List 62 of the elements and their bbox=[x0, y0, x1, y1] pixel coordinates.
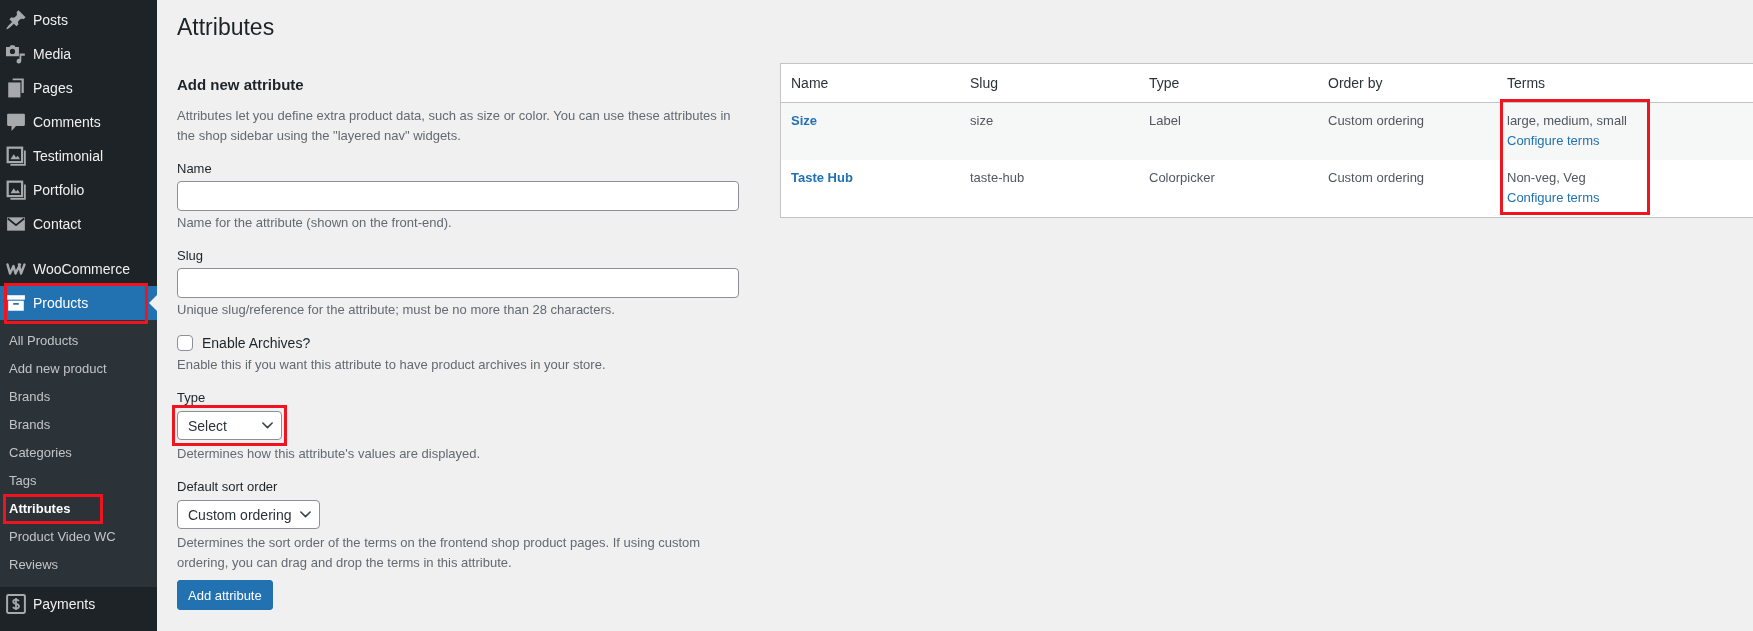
menu-item[interactable]: Posts bbox=[0, 3, 157, 37]
page-title: Attributes bbox=[177, 13, 276, 42]
checkbox-label: Enable Archives? bbox=[202, 335, 311, 351]
help-text: Determines the sort order of the terms on the frontend shop product pages. If using custom ordering, you can drag and drop the terms in this attribute. bbox=[177, 534, 702, 572]
submenu-item[interactable]: Product Video WC bbox=[0, 523, 157, 551]
help-text: Enable this if you want this attribute to have product archives in your store. bbox=[177, 356, 607, 374]
help-text: Unique slug/reference for the attribute; must be no more than 28 characters. bbox=[177, 301, 616, 319]
menu-item[interactable]: Testimonial bbox=[0, 139, 157, 173]
submenu-item[interactable]: Tags bbox=[0, 467, 157, 495]
submenu-item[interactable]: All Products bbox=[0, 327, 157, 355]
table-cell-text: Label bbox=[1148, 112, 1182, 130]
submenu-item[interactable]: Brands bbox=[0, 411, 157, 439]
chevron-down-icon bbox=[262, 422, 273, 429]
menu-item[interactable]: Portfolio bbox=[0, 173, 157, 207]
table-cell-text: size bbox=[969, 112, 995, 130]
documents-icon bbox=[6, 78, 26, 98]
field-label: Slug bbox=[177, 247, 205, 265]
envelope-icon bbox=[6, 214, 26, 234]
menu-item[interactable]: Comments bbox=[0, 105, 157, 139]
help-text: Name for the attribute (shown on the front-end). bbox=[177, 214, 453, 232]
dollar-icon bbox=[6, 594, 26, 614]
pushpin-icon bbox=[6, 10, 26, 30]
menu-item[interactable]: Payments bbox=[0, 587, 157, 621]
menu-pointer-icon bbox=[149, 295, 157, 311]
field-label: Default sort order bbox=[177, 478, 279, 496]
submenu-item[interactable]: Categories bbox=[0, 439, 157, 467]
help-text: Determines how this attribute's values are displayed. bbox=[177, 445, 482, 463]
submenu-item[interactable]: Brands bbox=[0, 383, 157, 411]
checkbox[interactable] bbox=[177, 335, 193, 351]
submenu-item[interactable]: Attributes bbox=[0, 495, 157, 523]
attribute-name-link[interactable]: Size bbox=[791, 113, 817, 128]
terms-text: large, medium, small bbox=[1507, 112, 1628, 130]
table-cell-text: Custom ordering bbox=[1327, 112, 1426, 130]
menu-item[interactable]: Media bbox=[0, 37, 157, 71]
menu-item[interactable]: Products bbox=[0, 286, 157, 320]
menu-item[interactable]: WooCommerce bbox=[0, 252, 157, 286]
text-field[interactable] bbox=[177, 268, 739, 298]
select-dropdown[interactable]: Custom ordering bbox=[177, 500, 320, 529]
menu-item[interactable]: Contact bbox=[0, 207, 157, 241]
archive-box-icon bbox=[6, 293, 26, 313]
form-description: Attributes let you define extra product data, such as size or color. You can use these attributes in the shop sidebar using the "layered nav" widgets. bbox=[177, 107, 732, 145]
chevron-down-icon bbox=[299, 511, 311, 518]
picture-frame-icon bbox=[6, 180, 26, 200]
configure-terms-link[interactable]: Configure terms bbox=[1507, 133, 1600, 148]
camera-note-icon bbox=[6, 44, 26, 64]
add-attribute-button[interactable]: Add attribute bbox=[177, 580, 273, 610]
table-cell-text: Colorpicker bbox=[1148, 169, 1216, 187]
text-field[interactable] bbox=[177, 181, 739, 211]
form-title: Add new attribute bbox=[177, 75, 305, 95]
submenu-item[interactable]: Add new product bbox=[0, 355, 157, 383]
configure-terms-link[interactable]: Configure terms bbox=[1507, 190, 1600, 205]
menu-item[interactable]: Pages bbox=[0, 71, 157, 105]
submenu-item[interactable]: Reviews bbox=[0, 551, 157, 579]
terms-text: Non-veg, Veg bbox=[1507, 169, 1587, 187]
table-cell-text: taste-hub bbox=[969, 169, 1026, 187]
field-label: Type bbox=[177, 389, 207, 407]
field-label: Name bbox=[177, 160, 213, 178]
table-cell-text: Custom ordering bbox=[1327, 169, 1426, 187]
select-dropdown[interactable]: Select bbox=[177, 411, 282, 440]
speech-bubble-icon bbox=[6, 112, 26, 132]
picture-frame-icon bbox=[6, 146, 26, 166]
attribute-name-link[interactable]: Taste Hub bbox=[791, 170, 853, 185]
